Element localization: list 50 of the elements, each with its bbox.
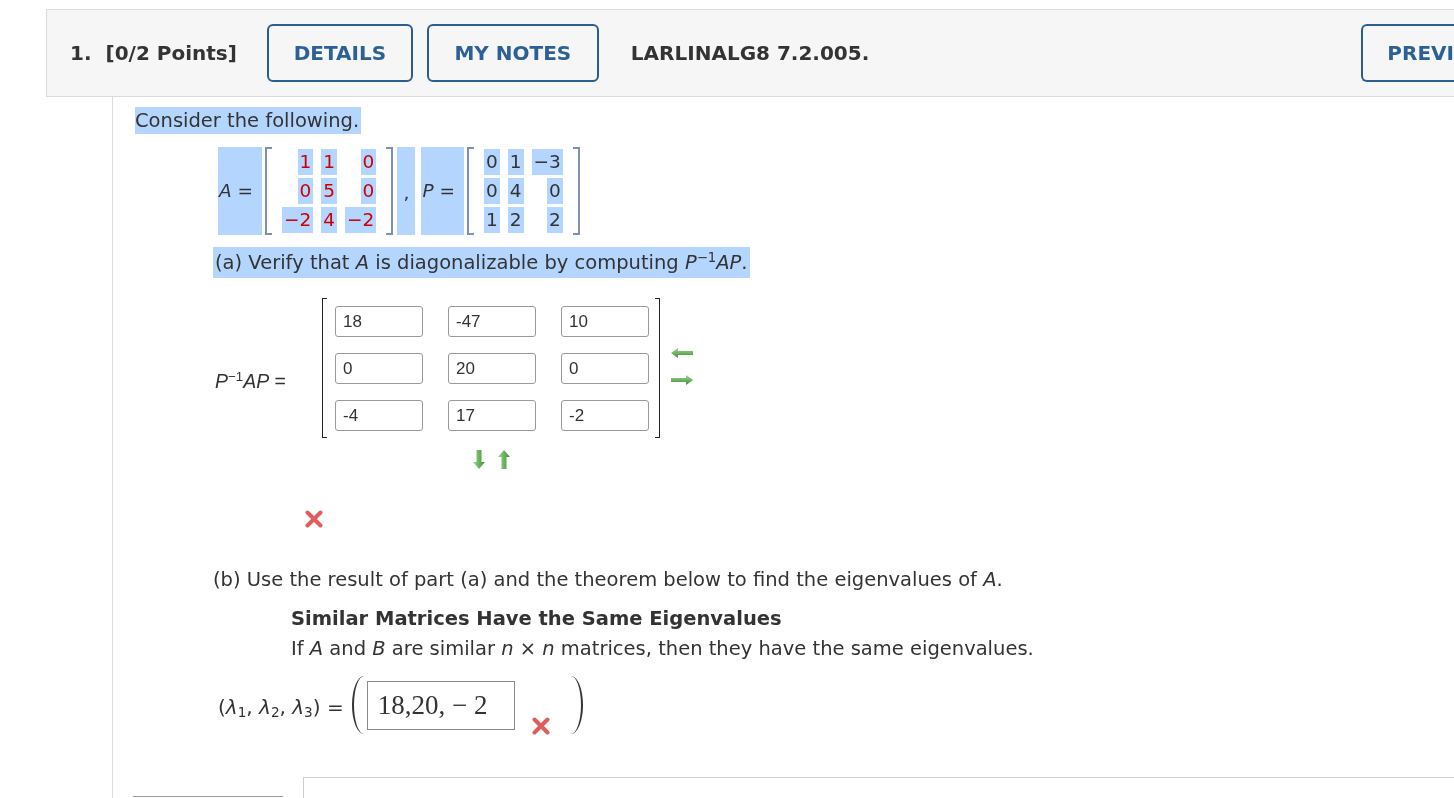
matrix-label: P$^{−1}$AP = — [215, 370, 287, 393]
matrix-entry: 4 — [507, 178, 524, 204]
matrix-entry: 1 — [483, 207, 500, 233]
part-b-prompt: (b) Use the result of part (a) and the theorem below to find the eigenvalues of A. — [213, 567, 1003, 593]
matrix-entry-field[interactable]: -47 — [448, 306, 536, 337]
arrow-up-icon[interactable] — [497, 450, 510, 469]
right-bracket-icon — [655, 298, 660, 438]
matrix-label: A = — [218, 147, 263, 235]
eigenvalues-label: (λ$_{1}$, λ$_{2}$, λ$_{3}$) = — [218, 695, 344, 719]
theorem-title: Similar Matrices Have the Same Eigenvalues — [291, 606, 782, 632]
matrix-entry: 1 — [507, 149, 524, 175]
arrow-left-icon[interactable] — [671, 348, 693, 358]
previous-button[interactable]: PREVI — [1361, 24, 1454, 82]
matrix-entry: 4 — [321, 207, 338, 233]
matrix-entry: 1 — [297, 149, 314, 175]
matrix-entry-field[interactable]: 17 — [448, 400, 536, 431]
matrix-entry-field[interactable]: 0 — [561, 353, 649, 384]
matrix-entry-field[interactable]: -4 — [335, 400, 423, 431]
answer-field[interactable]: 18,20, − 2 — [366, 680, 515, 730]
matrix-entry-field[interactable]: 0 — [335, 353, 423, 384]
matrix-entry-field[interactable]: 20 — [448, 353, 536, 384]
points-label: [0/2 Points] — [105, 41, 237, 65]
question-number: 1. — [70, 41, 92, 65]
details-button[interactable]: DETAILS — [266, 24, 413, 82]
matrix-entry-field[interactable]: -2 — [561, 400, 649, 431]
theorem-text: If A and B are similar n × n matrices, then they have the same eigenvalues. — [291, 636, 1034, 662]
matrix-entry: 2 — [507, 207, 524, 233]
matrix-entry: −2 — [345, 207, 377, 233]
matrix-entry: 5 — [321, 178, 338, 204]
matrix-entry-field[interactable]: 10 — [561, 306, 649, 337]
arrow-right-icon[interactable] — [671, 375, 693, 385]
matrix-entry: 0 — [360, 149, 377, 175]
matrix-entry: 1 — [321, 149, 338, 175]
problem-code: LARLINALG8 7.2.005. — [630, 41, 870, 65]
matrix-entry: 2 — [547, 207, 563, 233]
matrix-entry: 0 — [483, 178, 500, 204]
comma-separator: , — [397, 147, 416, 235]
arrow-down-icon[interactable] — [472, 450, 485, 469]
matrix-entry: 0 — [297, 178, 314, 204]
matrix-entry: 0 — [547, 178, 563, 204]
matrix-entry: −2 — [282, 207, 314, 233]
left-bracket-icon — [322, 298, 327, 438]
part-a-prompt: (a) Verify that A is diagonalizable by computing P$^{−1}$AP. — [213, 247, 750, 278]
matrix-entry: 0 — [360, 178, 377, 204]
notes-button[interactable]: MY NOTES — [426, 24, 599, 82]
matrix-entry: 0 — [483, 149, 500, 175]
matrix-entry-field[interactable]: 18 — [335, 306, 423, 337]
intro-text: Consider the following. — [135, 107, 362, 134]
matrix-label: P = — [421, 147, 464, 235]
matrix-entry: −3 — [531, 149, 563, 175]
